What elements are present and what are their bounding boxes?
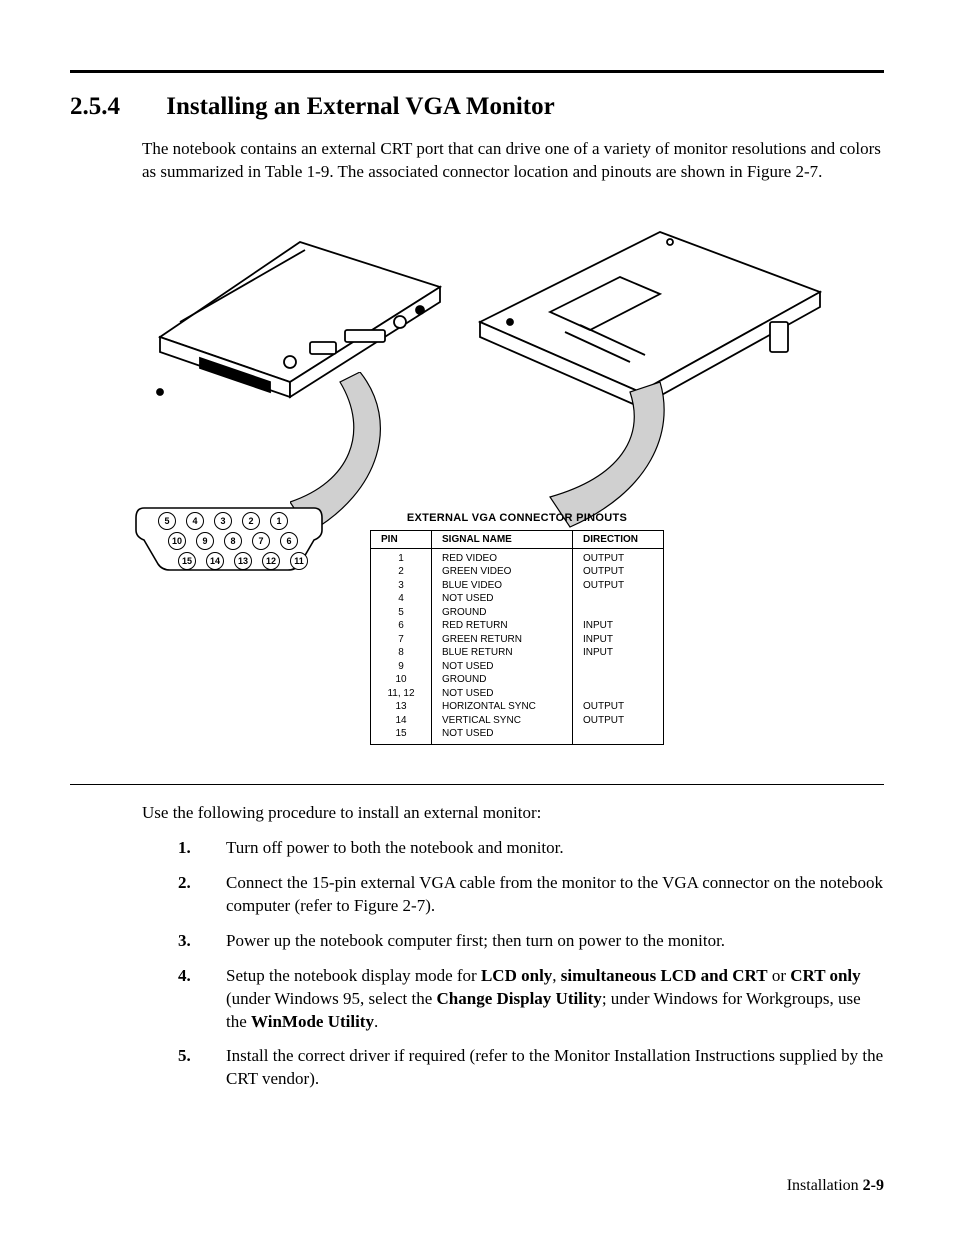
table-row: 15 xyxy=(381,727,421,741)
table-row: OUTPUT xyxy=(583,565,653,579)
figure-2-7: 543211098761514131211 EXTERNAL VGA CONNE… xyxy=(70,202,884,772)
table-row xyxy=(583,673,653,687)
table-row: 4 xyxy=(381,592,421,606)
table-row: NOT USED xyxy=(442,592,562,606)
list-item: 5.Install the correct driver if required… xyxy=(178,1045,884,1091)
callout-arrow-right xyxy=(540,382,680,532)
table-row: GROUND xyxy=(442,606,562,620)
pin-4: 4 xyxy=(186,512,204,530)
pin-6: 6 xyxy=(280,532,298,550)
table-row: 8 xyxy=(381,646,421,660)
pinout-header-signal: SIGNAL NAME xyxy=(432,530,573,548)
pinout-title: EXTERNAL VGA CONNECTOR PINOUTS xyxy=(370,512,664,524)
table-row: RED VIDEO xyxy=(442,552,562,566)
footer-label: Installation xyxy=(787,1177,859,1194)
intro-paragraph: The notebook contains an external CRT po… xyxy=(142,138,884,184)
table-row: OUTPUT xyxy=(583,700,653,714)
table-row: 13 xyxy=(381,700,421,714)
step-text: Power up the notebook computer first; th… xyxy=(226,930,884,953)
page-footer: Installation 2-9 xyxy=(787,1177,884,1195)
section-number: 2.5.4 xyxy=(70,93,160,121)
table-row: GREEN VIDEO xyxy=(442,565,562,579)
pin-1: 1 xyxy=(270,512,288,530)
step-number: 2. xyxy=(178,872,226,918)
step-text: Setup the notebook display mode for LCD … xyxy=(226,965,884,1034)
section-title-text: Installing an External VGA Monitor xyxy=(166,93,554,120)
step-text: Install the correct driver if required (… xyxy=(226,1045,884,1091)
pin-15: 15 xyxy=(178,552,196,570)
pin-9: 9 xyxy=(196,532,214,550)
procedure-list: 1.Turn off power to both the notebook an… xyxy=(178,837,884,1091)
table-row: 3 xyxy=(381,579,421,593)
pin-10: 10 xyxy=(168,532,186,550)
table-row: 10 xyxy=(381,673,421,687)
table-row: 1 xyxy=(381,552,421,566)
section-heading: 2.5.4 Installing an External VGA Monitor xyxy=(70,93,884,121)
table-row: NOT USED xyxy=(442,727,562,741)
table-row: HORIZONTAL SYNC xyxy=(442,700,562,714)
pin-12: 12 xyxy=(262,552,280,570)
table-row: OUTPUT xyxy=(583,579,653,593)
step-text: Turn off power to both the notebook and … xyxy=(226,837,884,860)
table-row: OUTPUT xyxy=(583,552,653,566)
list-item: 4.Setup the notebook display mode for LC… xyxy=(178,965,884,1034)
table-row xyxy=(583,727,653,741)
pin-14: 14 xyxy=(206,552,224,570)
table-row: 11, 12 xyxy=(381,687,421,701)
table-row: 5 xyxy=(381,606,421,620)
step-number: 5. xyxy=(178,1045,226,1091)
step-number: 4. xyxy=(178,965,226,1034)
table-row: INPUT xyxy=(583,633,653,647)
mid-rule xyxy=(70,784,884,785)
step-text: Connect the 15-pin external VGA cable fr… xyxy=(226,872,884,918)
step-number: 3. xyxy=(178,930,226,953)
table-row: 14 xyxy=(381,714,421,728)
pinout-header-direction: DIRECTION xyxy=(573,530,664,548)
pinout-table: EXTERNAL VGA CONNECTOR PINOUTS PIN SIGNA… xyxy=(370,512,664,745)
table-row: VERTICAL SYNC xyxy=(442,714,562,728)
page: 2.5.4 Installing an External VGA Monitor… xyxy=(0,0,954,1235)
vga-connector-diagram: 54321 10 9876 15 14 13 12 11 xyxy=(130,502,328,572)
table-row: 9 xyxy=(381,660,421,674)
table-row: BLUE RETURN xyxy=(442,646,562,660)
table-row: INPUT xyxy=(583,646,653,660)
table-row: 7 xyxy=(381,633,421,647)
table-row: 2 xyxy=(381,565,421,579)
table-row: NOT USED xyxy=(442,660,562,674)
pin-8: 8 xyxy=(224,532,242,550)
procedure-intro: Use the following procedure to install a… xyxy=(142,803,884,823)
pin-13: 13 xyxy=(234,552,252,570)
table-row: GROUND xyxy=(442,673,562,687)
list-item: 1.Turn off power to both the notebook an… xyxy=(178,837,884,860)
table-row: NOT USED xyxy=(442,687,562,701)
pin-3: 3 xyxy=(214,512,232,530)
pin-5: 5 xyxy=(158,512,176,530)
step-number: 1. xyxy=(178,837,226,860)
table-row: GREEN RETURN xyxy=(442,633,562,647)
table-row xyxy=(583,660,653,674)
table-row: 6 xyxy=(381,619,421,633)
pinout-header-pin: PIN xyxy=(371,530,432,548)
table-row: BLUE VIDEO xyxy=(442,579,562,593)
table-row xyxy=(583,606,653,620)
pin-7: 7 xyxy=(252,532,270,550)
table-row xyxy=(583,592,653,606)
list-item: 3.Power up the notebook computer first; … xyxy=(178,930,884,953)
table-row xyxy=(583,687,653,701)
table-row: INPUT xyxy=(583,619,653,633)
table-row: RED RETURN xyxy=(442,619,562,633)
pin-11: 11 xyxy=(290,552,308,570)
list-item: 2.Connect the 15-pin external VGA cable … xyxy=(178,872,884,918)
top-rule xyxy=(70,70,884,73)
pin-2: 2 xyxy=(242,512,260,530)
table-row: OUTPUT xyxy=(583,714,653,728)
footer-page-number: 2-9 xyxy=(863,1177,884,1194)
pinout-grid: PIN SIGNAL NAME DIRECTION 1234567891011,… xyxy=(370,530,664,745)
